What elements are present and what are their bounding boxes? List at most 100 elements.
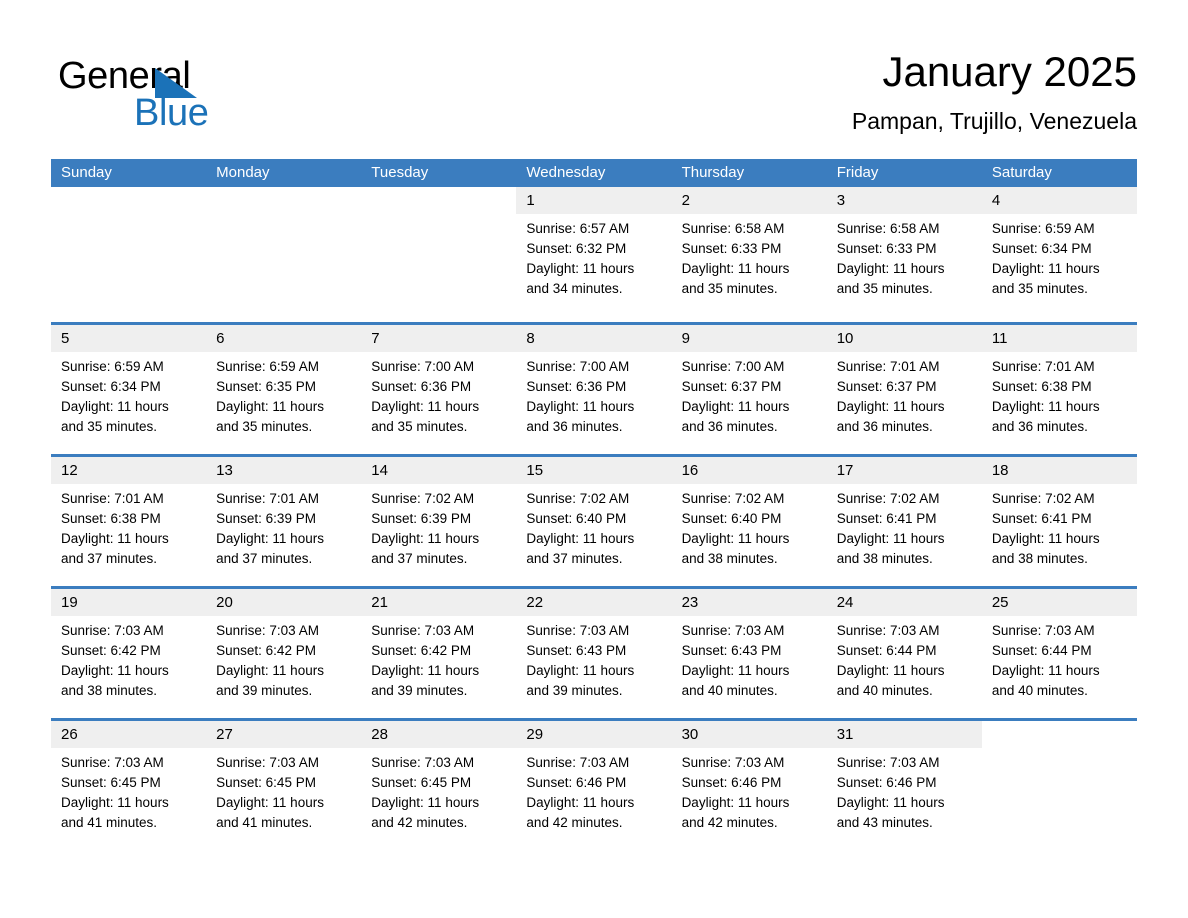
calendar-day-cell[interactable]: 13 Sunrise: 7:01 AM Sunset: 6:39 PM Dayligh… — [206, 457, 362, 586]
calendar-day-cell[interactable]: 23 Sunrise: 7:03 AM Sunset: 6:43 PM Dayligh… — [671, 589, 827, 718]
daylight-text-line1: Daylight: 11 hours — [371, 663, 480, 678]
calendar-day-cell[interactable]: 30 Sunrise: 7:03 AM Sunset: 6:46 PM Dayligh… — [671, 721, 827, 850]
day-number: 18 — [991, 462, 1009, 479]
sunset-text: Sunset: 6:42 PM — [61, 643, 161, 658]
sunset-text: Sunset: 6:36 PM — [526, 379, 627, 394]
calendar-day-cell[interactable]: 9 Sunrise: 7:00 AM Sunset: 6:37 PM Daylight… — [671, 325, 827, 454]
daylight-text-line2: and 38 minutes. — [61, 683, 158, 698]
sunset-text: Sunset: 6:44 PM — [836, 643, 937, 658]
daylight-text-line1: Daylight: 11 hours — [61, 795, 169, 810]
calendar-day-cell[interactable]: 21 Sunrise: 7:03 AM Sunset: 6:42 PM Dayligh… — [361, 589, 517, 718]
sunset-text: Sunset: 6:38 PM — [991, 379, 1092, 394]
page-header: General Blue January 2025 Pampan, Trujil… — [51, 44, 1137, 148]
day-details: Sunrise: 7:03 AM Sunset: 6:42 PM Daylight:… — [51, 616, 206, 701]
sunrise-text: Sunrise: 7:03 AM — [61, 623, 164, 638]
brand-name-blue: Blue — [134, 92, 209, 134]
calendar-day-cell[interactable]: 7 Sunrise: 7:00 AM Sunset: 6:36 PM Daylight… — [361, 325, 517, 454]
day-details: Sunrise: 7:03 AM Sunset: 6:44 PM Daylight:… — [827, 616, 982, 701]
day-number: 2 — [681, 192, 690, 209]
weekday-header-monday: Monday — [216, 164, 270, 181]
sunset-text: Sunset: 6:42 PM — [371, 643, 472, 658]
day-details: Sunrise: 7:03 AM Sunset: 6:45 PM Daylight:… — [361, 748, 516, 833]
calendar-day-cell[interactable]: 28 Sunrise: 7:03 AM Sunset: 6:45 PM Dayligh… — [361, 721, 517, 850]
page-subtitle: Pampan, Trujillo, Venezuela — [851, 108, 1137, 134]
calendar-day-cell[interactable]: 24 Sunrise: 7:03 AM Sunset: 6:44 PM Dayligh… — [826, 589, 982, 718]
weekday-header-saturday: Saturday — [991, 164, 1052, 181]
calendar-day-cell[interactable]: 18 Sunrise: 7:02 AM Sunset: 6:41 PM Dayligh… — [981, 457, 1137, 586]
calendar-day-cell[interactable]: 15 Sunrise: 7:02 AM Sunset: 6:40 PM Dayligh… — [516, 457, 672, 586]
daylight-text-line1: Daylight: 11 hours — [216, 663, 324, 678]
day-number: 14 — [371, 462, 388, 479]
day-number-band: 8 — [516, 325, 672, 352]
sunrise-text: Sunrise: 7:00 AM — [371, 359, 475, 374]
day-details: Sunrise: 7:03 AM Sunset: 6:44 PM Daylight:… — [982, 616, 1137, 701]
day-number-band: 18 — [981, 457, 1137, 484]
calendar-day-cell[interactable]: 1 Sunrise: 6:57 AM Sunset: 6:32 PM Daylight… — [516, 187, 672, 322]
calendar-day-cell[interactable]: 25 Sunrise: 7:03 AM Sunset: 6:44 PM Dayligh… — [981, 589, 1137, 718]
calendar-day-cell[interactable]: 2 Sunrise: 6:58 AM Sunset: 6:33 PM Daylight… — [671, 187, 827, 322]
day-number-band: 21 — [361, 589, 517, 616]
daylight-text-line2: and 39 minutes. — [526, 683, 623, 698]
sunrise-text: Sunrise: 7:02 AM — [991, 491, 1095, 506]
calendar-day-cell[interactable]: 11 Sunrise: 7:01 AM Sunset: 6:38 PM Dayligh… — [981, 325, 1137, 454]
calendar-day-cell[interactable]: 22 Sunrise: 7:03 AM Sunset: 6:43 PM Dayligh… — [516, 589, 672, 718]
daylight-text-line1: Daylight: 11 hours — [991, 399, 1100, 414]
sunrise-text: Sunrise: 6:57 AM — [526, 221, 630, 236]
calendar-day-cell[interactable]: 26 Sunrise: 7:03 AM Sunset: 6:45 PM Dayligh… — [51, 721, 207, 850]
day-number-band: 3 — [826, 187, 982, 214]
day-details: Sunrise: 7:01 AM Sunset: 6:37 PM Daylight:… — [827, 352, 982, 437]
daylight-text-line1: Daylight: 11 hours — [61, 663, 169, 678]
sunset-text: Sunset: 6:36 PM — [371, 379, 472, 394]
calendar-day-cell[interactable]: 10 Sunrise: 7:01 AM Sunset: 6:37 PM Dayligh… — [826, 325, 982, 454]
calendar-week-row: 12 Sunrise: 7:01 AM Sunset: 6:38 PM Dayligh… — [51, 454, 1137, 586]
day-number-band: 10 — [826, 325, 982, 352]
brand-logo[interactable]: General Blue — [58, 54, 358, 140]
day-number-band: 27 — [206, 721, 362, 748]
daylight-text-line2: and 42 minutes. — [371, 815, 468, 830]
day-number-band: 22 — [516, 589, 672, 616]
daylight-text-line2: and 34 minutes. — [526, 281, 623, 296]
day-number: 7 — [371, 330, 380, 347]
calendar-day-cell[interactable]: 8 Sunrise: 7:00 AM Sunset: 6:36 PM Daylight… — [516, 325, 672, 454]
calendar-day-cell[interactable]: 14 Sunrise: 7:02 AM Sunset: 6:39 PM Dayligh… — [361, 457, 517, 586]
daylight-text-line2: and 42 minutes. — [526, 815, 623, 830]
calendar-day-cell[interactable]: 4 Sunrise: 6:59 AM Sunset: 6:34 PM Daylight… — [981, 187, 1137, 322]
calendar-day-cell[interactable]: 27 Sunrise: 7:03 AM Sunset: 6:45 PM Dayligh… — [206, 721, 362, 850]
daylight-text-line1: Daylight: 11 hours — [836, 795, 945, 810]
day-details: Sunrise: 7:01 AM Sunset: 6:38 PM Daylight:… — [51, 484, 206, 569]
daylight-text-line2: and 39 minutes. — [216, 683, 313, 698]
calendar-day-cell[interactable]: 5 Sunrise: 6:59 AM Sunset: 6:34 PM Daylight… — [51, 325, 207, 454]
sunset-text: Sunset: 6:40 PM — [526, 511, 627, 526]
day-details: Sunrise: 7:00 AM Sunset: 6:36 PM Daylight:… — [516, 352, 671, 437]
calendar-day-cell[interactable]: 19 Sunrise: 7:03 AM Sunset: 6:42 PM Dayligh… — [51, 589, 207, 718]
daylight-text-line2: and 36 minutes. — [836, 419, 933, 434]
calendar-day-cell[interactable]: 3 Sunrise: 6:58 AM Sunset: 6:33 PM Daylight… — [826, 187, 982, 322]
sunset-text: Sunset: 6:38 PM — [61, 511, 161, 526]
daylight-text-line1: Daylight: 11 hours — [991, 663, 1100, 678]
calendar-day-cell[interactable]: 31 Sunrise: 7:03 AM Sunset: 6:46 PM Dayligh… — [826, 721, 982, 850]
daylight-text-line2: and 37 minutes. — [526, 551, 623, 566]
sunrise-text: Sunrise: 7:01 AM — [991, 359, 1095, 374]
sunset-text: Sunset: 6:34 PM — [61, 379, 161, 394]
day-details: Sunrise: 7:03 AM Sunset: 6:45 PM Daylight:… — [206, 748, 361, 833]
day-number-band — [51, 187, 206, 214]
calendar-day-cell[interactable]: 6 Sunrise: 6:59 AM Sunset: 6:35 PM Daylight… — [206, 325, 362, 454]
sunrise-text: Sunrise: 7:03 AM — [991, 623, 1095, 638]
daylight-text-line2: and 36 minutes. — [526, 419, 623, 434]
calendar-day-cell[interactable]: 20 Sunrise: 7:03 AM Sunset: 6:42 PM Dayligh… — [206, 589, 362, 718]
daylight-text-line2: and 41 minutes. — [216, 815, 313, 830]
day-number-band — [361, 187, 516, 214]
calendar-day-cell[interactable]: 17 Sunrise: 7:02 AM Sunset: 6:41 PM Dayligh… — [826, 457, 982, 586]
day-number: 5 — [61, 330, 70, 347]
day-details: Sunrise: 7:01 AM Sunset: 6:38 PM Daylight:… — [982, 352, 1137, 437]
calendar-empty-cell — [51, 187, 207, 322]
day-number: 29 — [526, 726, 544, 743]
sunset-text: Sunset: 6:43 PM — [526, 643, 627, 658]
calendar-day-cell[interactable]: 12 Sunrise: 7:01 AM Sunset: 6:38 PM Dayligh… — [51, 457, 207, 586]
sunset-text: Sunset: 6:34 PM — [991, 241, 1092, 256]
day-number-band: 29 — [516, 721, 672, 748]
calendar-day-cell[interactable]: 16 Sunrise: 7:02 AM Sunset: 6:40 PM Dayligh… — [671, 457, 827, 586]
sunset-text: Sunset: 6:45 PM — [216, 775, 316, 790]
day-number-band: 7 — [361, 325, 517, 352]
calendar-day-cell[interactable]: 29 Sunrise: 7:03 AM Sunset: 6:46 PM Dayligh… — [516, 721, 672, 850]
